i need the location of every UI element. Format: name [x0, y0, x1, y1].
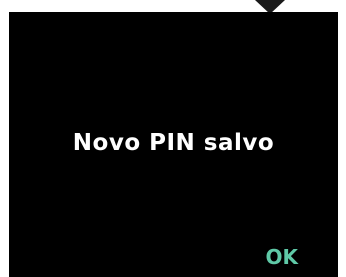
confirmation-message: Novo PIN salvo — [72, 130, 275, 156]
device-screen: Novo PIN salvo OK — [9, 12, 338, 277]
ok-button[interactable]: OK — [266, 244, 299, 270]
device-frame: Novo PIN salvo OK — [0, 0, 346, 277]
